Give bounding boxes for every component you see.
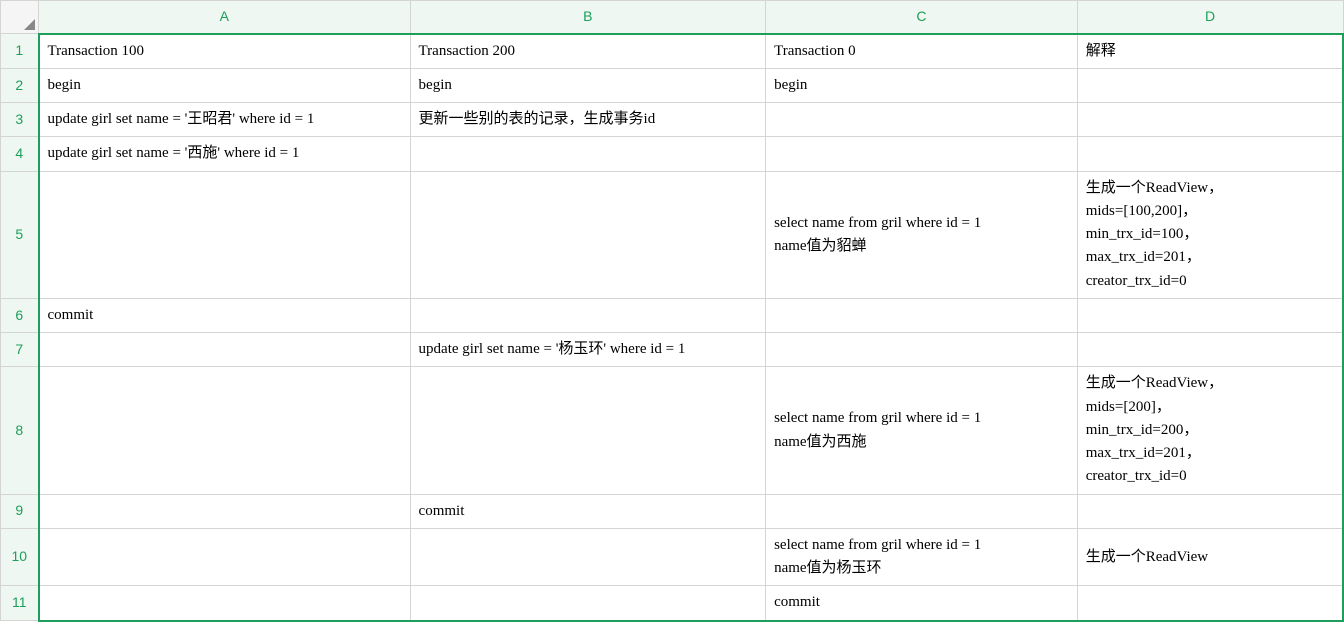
row-header[interactable]: 2: [1, 68, 39, 102]
table-row: 6 commit: [1, 298, 1344, 332]
cell-B3[interactable]: 更新一些别的表的记录，生成事务id: [410, 103, 766, 137]
table-row: 4 update girl set name = '西施' where id =…: [1, 137, 1344, 171]
cell-B2[interactable]: begin: [410, 68, 766, 102]
cell-C5[interactable]: select name from gril where id = 1 name值…: [766, 171, 1078, 298]
cell-D6[interactable]: [1077, 298, 1343, 332]
cell-A10[interactable]: [39, 528, 411, 586]
table-row: 2 begin begin begin: [1, 68, 1344, 102]
cell-B7[interactable]: update girl set name = '杨玉环' where id = …: [410, 333, 766, 367]
cell-D7[interactable]: [1077, 333, 1343, 367]
table-row: 9 commit: [1, 494, 1344, 528]
cell-C2[interactable]: begin: [766, 68, 1078, 102]
cell-A5[interactable]: [39, 171, 411, 298]
row-header[interactable]: 3: [1, 103, 39, 137]
cell-C3[interactable]: [766, 103, 1078, 137]
cell-C8[interactable]: select name from gril where id = 1 name值…: [766, 367, 1078, 494]
cell-D10[interactable]: 生成一个ReadView: [1077, 528, 1343, 586]
col-header-B[interactable]: B: [410, 1, 766, 34]
row-header[interactable]: 10: [1, 528, 39, 586]
cell-B5[interactable]: [410, 171, 766, 298]
cell-A9[interactable]: [39, 494, 411, 528]
table-row: 10 select name from gril where id = 1 na…: [1, 528, 1344, 586]
cell-A1[interactable]: Transaction 100: [39, 34, 411, 69]
cell-B4[interactable]: [410, 137, 766, 171]
cell-C11[interactable]: commit: [766, 586, 1078, 621]
table-row: 11 commit: [1, 586, 1344, 621]
cell-B10[interactable]: [410, 528, 766, 586]
col-header-D[interactable]: D: [1077, 1, 1343, 34]
col-header-C[interactable]: C: [766, 1, 1078, 34]
cell-A6[interactable]: commit: [39, 298, 411, 332]
row-header[interactable]: 8: [1, 367, 39, 494]
cell-C10[interactable]: select name from gril where id = 1 name值…: [766, 528, 1078, 586]
col-header-A[interactable]: A: [39, 1, 411, 34]
row-header[interactable]: 1: [1, 34, 39, 69]
cell-C1[interactable]: Transaction 0: [766, 34, 1078, 69]
table-row: 7 update girl set name = '杨玉环' where id …: [1, 333, 1344, 367]
row-header[interactable]: 7: [1, 333, 39, 367]
cell-B1[interactable]: Transaction 200: [410, 34, 766, 69]
cell-A7[interactable]: [39, 333, 411, 367]
table-row: 5 select name from gril where id = 1 nam…: [1, 171, 1344, 298]
cell-A4[interactable]: update girl set name = '西施' where id = 1: [39, 137, 411, 171]
cell-A8[interactable]: [39, 367, 411, 494]
table-row: 8 select name from gril where id = 1 nam…: [1, 367, 1344, 494]
row-header[interactable]: 5: [1, 171, 39, 298]
cell-D4[interactable]: [1077, 137, 1343, 171]
cell-C6[interactable]: [766, 298, 1078, 332]
row-header[interactable]: 6: [1, 298, 39, 332]
cell-D5[interactable]: 生成一个ReadView， mids=[100,200]， min_trx_id…: [1077, 171, 1343, 298]
cell-D8[interactable]: 生成一个ReadView， mids=[200]， min_trx_id=200…: [1077, 367, 1343, 494]
cell-D2[interactable]: [1077, 68, 1343, 102]
cell-B8[interactable]: [410, 367, 766, 494]
cell-B9[interactable]: commit: [410, 494, 766, 528]
table-row: 3 update girl set name = '王昭君' where id …: [1, 103, 1344, 137]
cell-D1[interactable]: 解释: [1077, 34, 1343, 69]
cell-B11[interactable]: [410, 586, 766, 621]
cell-C7[interactable]: [766, 333, 1078, 367]
cell-A11[interactable]: [39, 586, 411, 621]
cell-A3[interactable]: update girl set name = '王昭君' where id = …: [39, 103, 411, 137]
cell-C4[interactable]: [766, 137, 1078, 171]
column-header-row: A B C D: [1, 1, 1344, 34]
spreadsheet-grid: A B C D 1 Transaction 100 Transaction 20…: [0, 0, 1344, 622]
cell-A2[interactable]: begin: [39, 68, 411, 102]
cell-C9[interactable]: [766, 494, 1078, 528]
row-header[interactable]: 9: [1, 494, 39, 528]
cell-D9[interactable]: [1077, 494, 1343, 528]
row-header[interactable]: 11: [1, 586, 39, 621]
table-row: 1 Transaction 100 Transaction 200 Transa…: [1, 34, 1344, 69]
cell-D3[interactable]: [1077, 103, 1343, 137]
cell-D11[interactable]: [1077, 586, 1343, 621]
select-all-corner[interactable]: [1, 1, 39, 34]
row-header[interactable]: 4: [1, 137, 39, 171]
cell-B6[interactable]: [410, 298, 766, 332]
